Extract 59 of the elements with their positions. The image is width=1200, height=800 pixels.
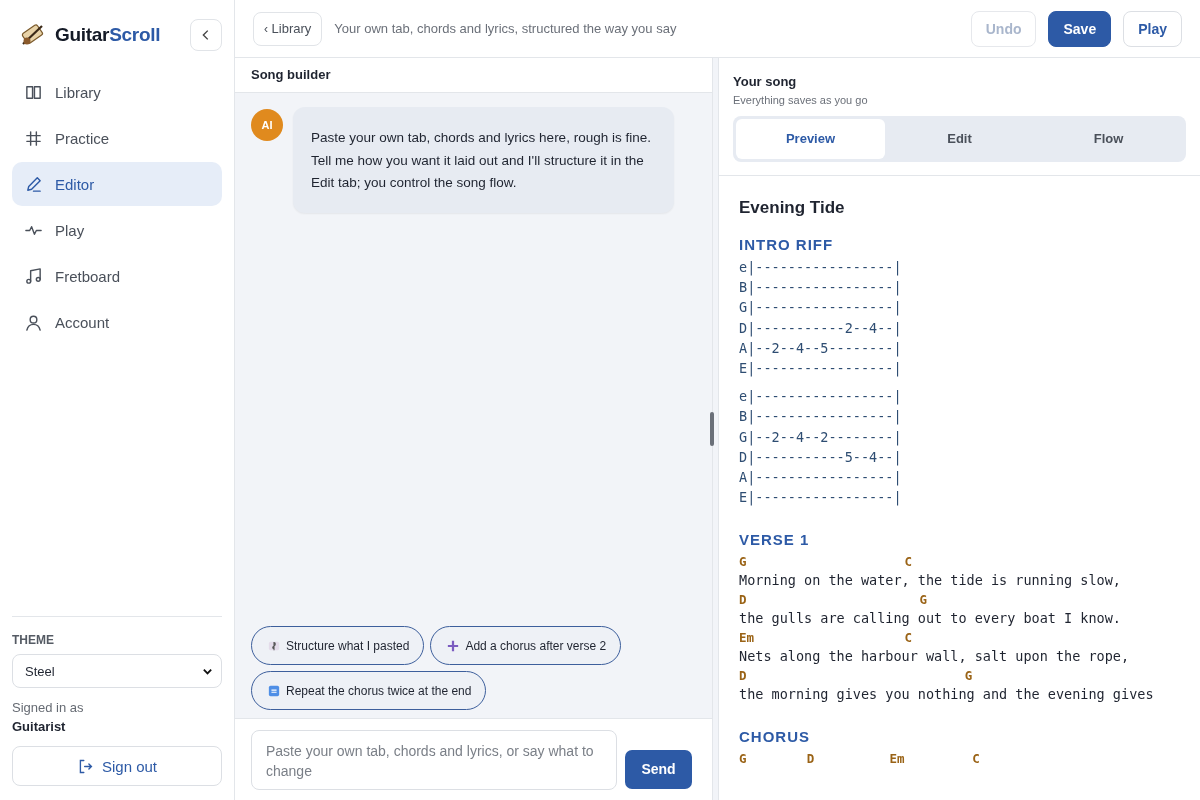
section-heading: INTRO RIFF <box>739 236 835 253</box>
chord-line: G C <box>739 553 914 572</box>
view-tab[interactable]: Preview <box>736 119 885 159</box>
theme-dropdown[interactable]: Steel <box>12 654 222 688</box>
panel-subtitle: Everything saves as you go <box>733 94 869 106</box>
section-heading: CHORUS <box>739 728 811 746</box>
song-title: Evening Tide <box>739 198 846 218</box>
assistant-avatar: AI <box>251 109 283 141</box>
sidebar-item[interactable]: Fretboard <box>12 254 222 298</box>
music-note-icon <box>24 266 43 286</box>
tab-line: e|-----------------| <box>739 258 903 278</box>
panel-title: Your song <box>733 74 798 89</box>
tab-line: E|-----------------| <box>739 359 903 379</box>
plus-icon <box>447 639 460 652</box>
lyric-line: Nets along the harbour wall, salt upon the rope, <box>739 647 1131 667</box>
tab-line: A|-----------------| <box>739 468 903 488</box>
tab-line: B|-----------------| <box>739 407 903 427</box>
sidebar-item[interactable]: Account <box>12 300 222 344</box>
tab-line: B|-----------------| <box>739 278 903 298</box>
page-subtitle: Your own tab, chords and lyrics, structured the way you say <box>334 21 677 36</box>
panel-title: Song builder <box>235 58 712 93</box>
suggestion-chip[interactable]: Add a chorus after verse 2 <box>430 626 622 665</box>
suggestion-chip[interactable]: Structure what I pasted <box>251 626 425 665</box>
play-button[interactable]: Play <box>1123 10 1182 47</box>
chat-message: Paste your own tab, chords and lyrics here, rough is fine. Tell me how you want it laid out and I'll structure it in the Edit tab; you control the song flow. <box>293 107 674 213</box>
chord-line: D G <box>739 591 929 610</box>
lyric-line: the gulls are calling out to every boat I know. <box>739 609 1122 629</box>
view-tab[interactable]: Flow <box>1034 119 1183 159</box>
sidebar-item[interactable]: Practice <box>12 116 222 160</box>
tab-line: D|-----------5--4--| <box>739 447 903 468</box>
sidebar-item[interactable]: Editor <box>12 162 222 206</box>
chord-line: G D Em C <box>739 750 981 769</box>
tab-line: G|-----------------| <box>739 298 903 318</box>
tab-line: A|--2--4--5--------| <box>739 338 903 358</box>
message-input-field[interactable]: Paste your own tab, chords and lyrics, or say what to change <box>251 729 617 790</box>
section-heading: VERSE 1 <box>739 531 811 549</box>
hash-icon <box>24 128 43 148</box>
resize-handle[interactable] <box>710 412 714 446</box>
chord-line: D G <box>739 667 974 686</box>
user-name: Guitarist <box>12 719 67 734</box>
sidebar-item[interactable]: Library <box>12 70 222 114</box>
signed-in-label: Signed in as <box>12 700 85 715</box>
tab-line: G|--2--4--2--------| <box>739 427 903 447</box>
save-button[interactable]: Save <box>1048 10 1112 47</box>
tab-line: e|-----------------| <box>739 387 903 407</box>
sidebar-item[interactable]: Play <box>12 208 222 252</box>
chord-line: Em C <box>739 629 914 648</box>
view-tab[interactable]: Edit <box>885 119 1034 159</box>
send-button[interactable]: Send <box>625 749 692 789</box>
tab-line: D|-----------2--4--| <box>739 318 903 338</box>
lyric-line: the morning gives you nothing and the evening gives <box>739 685 1155 705</box>
app-logo-text: GuitarScroll <box>55 24 161 46</box>
suggestion-chip[interactable]: Repeat the chorus twice at the end <box>251 671 487 710</box>
back-to-library-button[interactable]: ‹ Library <box>253 11 323 46</box>
theme-label: THEME <box>12 633 55 647</box>
lyric-line: Morning on the water, the tide is running slow, <box>739 571 1122 591</box>
pen-icon <box>24 174 43 194</box>
tab-line: E|-----------------| <box>739 488 903 508</box>
sign-out-button[interactable]: Sign out <box>12 746 222 786</box>
